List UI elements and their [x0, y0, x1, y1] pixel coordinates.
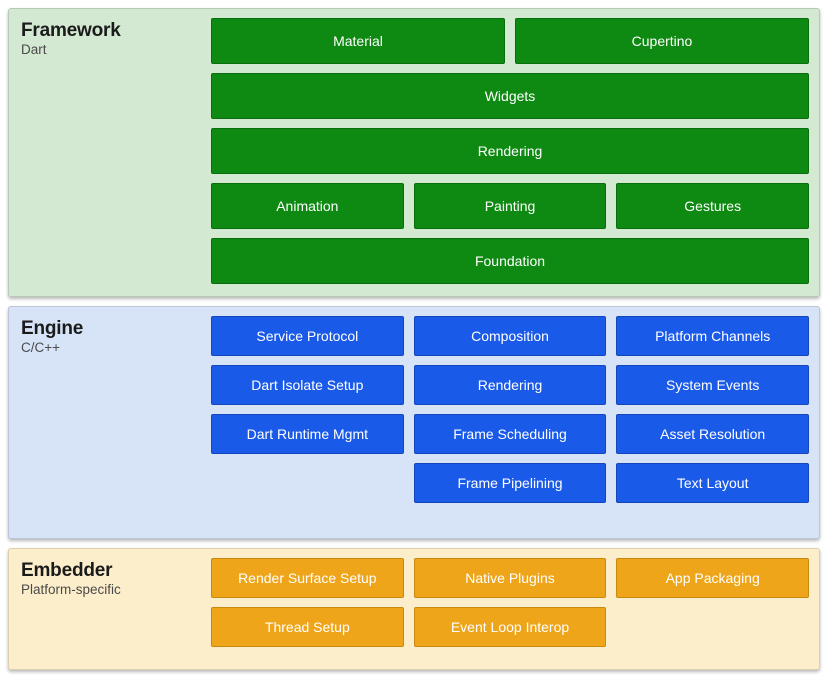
layer-rows-engine: Service ProtocolCompositionPlatform Chan… — [211, 316, 809, 529]
component-box-render-surface-setup[interactable]: Render Surface Setup — [211, 558, 404, 598]
component-row: Frame PipeliningText Layout — [211, 463, 809, 503]
layer-subtitle-engine: C/C++ — [21, 340, 211, 357]
component-box-service-protocol[interactable]: Service Protocol — [211, 316, 404, 356]
layer-title-embedder: Embedder — [21, 560, 211, 581]
layer-panel-framework: FrameworkDartMaterialCupertino Widgets Ren… — [8, 8, 820, 297]
component-box-painting[interactable]: Painting — [414, 183, 607, 229]
layer-label-framework: FrameworkDart — [21, 18, 211, 287]
component-box-text-layout[interactable]: Text Layout — [616, 463, 809, 503]
component-box-platform-channels[interactable]: Platform Channels — [616, 316, 809, 356]
component-row: Widgets — [211, 73, 809, 119]
layer-rows-framework: MaterialCupertino Widgets Rendering Animati… — [211, 18, 809, 287]
component-box-asset-resolution[interactable]: Asset Resolution — [616, 414, 809, 454]
component-row: Dart Isolate SetupRenderingSystem Events — [211, 365, 809, 405]
flutter-architecture-diagram: FrameworkDartMaterialCupertino Widgets Ren… — [0, 0, 830, 682]
component-box-rendering[interactable]: Rendering — [211, 128, 809, 174]
component-box-dart-runtime-mgmt[interactable]: Dart Runtime Mgmt — [211, 414, 404, 454]
component-box-event-loop-interop[interactable]: Event Loop Interop — [414, 607, 607, 647]
component-row: Dart Runtime MgmtFrame SchedulingAsset R… — [211, 414, 809, 454]
component-box-spacer — [211, 463, 404, 503]
component-box-thread-setup[interactable]: Thread Setup — [211, 607, 404, 647]
component-box-native-plugins[interactable]: Native Plugins — [414, 558, 607, 598]
layer-label-engine: EngineC/C++ — [21, 316, 211, 529]
component-box-spacer — [616, 607, 809, 647]
component-box-dart-isolate-setup[interactable]: Dart Isolate Setup — [211, 365, 404, 405]
component-box-cupertino[interactable]: Cupertino — [515, 18, 809, 64]
component-row: Service ProtocolCompositionPlatform Chan… — [211, 316, 809, 356]
component-box-gestures[interactable]: Gestures — [616, 183, 809, 229]
layer-rows-embedder: Render Surface SetupNative PluginsApp Pa… — [211, 558, 809, 660]
component-row: MaterialCupertino — [211, 18, 809, 64]
component-row: Render Surface SetupNative PluginsApp Pa… — [211, 558, 809, 598]
component-box-widgets[interactable]: Widgets — [211, 73, 809, 119]
component-box-composition[interactable]: Composition — [414, 316, 607, 356]
component-box-frame-scheduling[interactable]: Frame Scheduling — [414, 414, 607, 454]
layer-panel-embedder: EmbedderPlatform-specificRender Surface … — [8, 548, 820, 670]
component-row: AnimationPaintingGestures — [211, 183, 809, 229]
component-box-material[interactable]: Material — [211, 18, 505, 64]
layer-title-engine: Engine — [21, 318, 211, 339]
layer-subtitle-framework: Dart — [21, 42, 211, 59]
component-box-frame-pipelining[interactable]: Frame Pipelining — [414, 463, 607, 503]
layer-label-embedder: EmbedderPlatform-specific — [21, 558, 211, 660]
layer-subtitle-embedder: Platform-specific — [21, 582, 211, 599]
component-box-system-events[interactable]: System Events — [616, 365, 809, 405]
layer-panel-engine: EngineC/C++Service ProtocolCompositionPl… — [8, 306, 820, 539]
component-row: Thread SetupEvent Loop Interop — [211, 607, 809, 647]
component-box-animation[interactable]: Animation — [211, 183, 404, 229]
component-row: Foundation — [211, 238, 809, 284]
component-box-app-packaging[interactable]: App Packaging — [616, 558, 809, 598]
component-row: Rendering — [211, 128, 809, 174]
layer-title-framework: Framework — [21, 20, 211, 41]
component-box-rendering[interactable]: Rendering — [414, 365, 607, 405]
component-box-foundation[interactable]: Foundation — [211, 238, 809, 284]
